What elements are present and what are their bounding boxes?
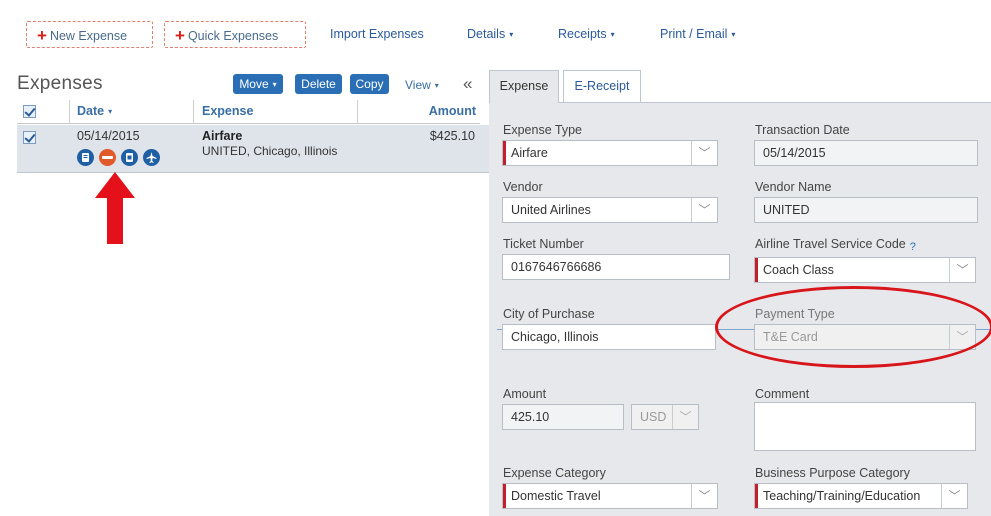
comment-textarea[interactable] [754, 402, 976, 451]
expense-type-select[interactable]: Airfare ﹀ [502, 140, 718, 166]
row-date: 05/14/2015 [77, 129, 140, 143]
tab-expense[interactable]: Expense [489, 70, 559, 103]
chevron-down-icon: ﹀ [672, 405, 698, 429]
date-column-label: Date [77, 104, 105, 118]
ticket-number-label: Ticket Number [503, 237, 584, 251]
receipts-menu[interactable]: Receipts ▾ [558, 27, 615, 41]
table-row[interactable]: 05/14/2015 Airfare UNITED, Chicago, Illi… [17, 125, 489, 173]
chevron-down-icon: ﹀ [949, 258, 975, 282]
new-expense-button[interactable]: + New Expense [26, 21, 153, 48]
receipts-label: Receipts [558, 27, 607, 41]
plus-icon: + [37, 26, 47, 45]
delete-button[interactable]: Delete [295, 74, 342, 94]
airfare-icon[interactable] [143, 149, 160, 166]
details-menu[interactable]: Details ▾ [467, 27, 513, 41]
date-column-header[interactable]: Date ▾ [77, 104, 112, 118]
city-of-purchase-input[interactable]: Chicago, Illinois [502, 324, 716, 350]
expense-column-header[interactable]: Expense [202, 104, 253, 118]
move-label: Move [239, 77, 269, 91]
vendor-label: Vendor [503, 180, 543, 194]
ticket-number-input[interactable]: 0167646766686 [502, 254, 730, 280]
expense-type-label: Expense Type [503, 123, 582, 137]
business-purpose-select[interactable]: Teaching/Training/Education ﹀ [754, 483, 968, 509]
caret-down-icon: ▾ [509, 30, 514, 39]
copy-button[interactable]: Copy [350, 74, 389, 94]
airline-service-select[interactable]: Coach Class ﹀ [754, 257, 976, 283]
airline-service-value: Coach Class [763, 263, 834, 277]
vendor-name-label: Vendor Name [755, 180, 832, 194]
list-header: Date ▾ Expense Amount [17, 100, 480, 124]
chevron-down-icon: ﹀ [691, 484, 717, 508]
toolbar: + New Expense + Quick Expenses Import Expe… [0, 0, 991, 60]
receipt-icon[interactable] [77, 149, 94, 166]
annotation-arrow-icon [95, 172, 135, 244]
row-checkbox[interactable] [23, 131, 36, 144]
caret-down-icon: ▾ [731, 30, 736, 39]
view-label: View [405, 78, 431, 92]
amount-column-header[interactable]: Amount [429, 104, 476, 118]
airline-service-label: Airline Travel Service Code? [755, 237, 916, 253]
exception-icon[interactable] [99, 149, 116, 166]
select-all-checkbox[interactable] [23, 105, 36, 118]
expense-category-label: Expense Category [503, 466, 606, 480]
column-divider [357, 100, 358, 124]
chevron-down-icon: ﹀ [691, 141, 717, 165]
business-purpose-value: Teaching/Training/Education [763, 489, 921, 503]
caret-down-icon: ▾ [610, 30, 615, 39]
chevron-down-icon: ﹀ [691, 198, 717, 222]
print-email-menu[interactable]: Print / Email ▾ [660, 27, 735, 41]
annotation-ellipse [715, 286, 991, 368]
amount-field[interactable]: 425.10 [502, 404, 624, 430]
quick-expenses-button[interactable]: + Quick Expenses [164, 21, 306, 48]
expense-category-value: Domestic Travel [511, 489, 601, 503]
view-menu[interactable]: View ▾ [405, 78, 439, 92]
city-of-purchase-label: City of Purchase [503, 307, 595, 321]
expense-category-select[interactable]: Domestic Travel ﹀ [502, 483, 718, 509]
column-divider [69, 100, 70, 124]
caret-down-icon: ▾ [434, 81, 439, 90]
transaction-date-label: Transaction Date [755, 123, 850, 137]
chevron-down-icon: ﹀ [941, 484, 967, 508]
collapse-panel-icon[interactable]: « [463, 74, 472, 94]
caret-down-icon: ▾ [272, 80, 277, 89]
business-purpose-label: Business Purpose Category [755, 466, 910, 480]
help-icon[interactable]: ? [910, 241, 916, 253]
new-expense-label: New Expense [49, 29, 128, 43]
row-expense-subtitle: UNITED, Chicago, Illinois [202, 144, 338, 158]
move-button[interactable]: Move ▾ [233, 74, 283, 94]
currency-select[interactable]: USD ﹀ [631, 404, 699, 430]
airline-service-label-text: Airline Travel Service Code [755, 237, 906, 251]
amount-label: Amount [503, 387, 547, 401]
currency-value: USD [640, 410, 667, 424]
vendor-name-field[interactable]: UNITED [754, 197, 978, 223]
column-divider [193, 100, 194, 124]
sort-caret-icon: ▾ [108, 107, 113, 116]
plus-icon: + [175, 26, 185, 45]
vendor-select[interactable]: United Airlines ﹀ [502, 197, 718, 223]
transaction-date-field[interactable]: 05/14/2015 [754, 140, 978, 166]
print-email-label: Print / Email [660, 27, 728, 41]
tab-e-receipt[interactable]: E-Receipt [563, 70, 641, 102]
vendor-value: United Airlines [511, 203, 591, 217]
quick-expenses-label: Quick Expenses [187, 29, 279, 43]
expenses-title: Expenses [17, 73, 103, 94]
row-amount: $425.10 [429, 129, 475, 143]
expense-type-value: Airfare [511, 146, 548, 160]
row-expense-type: Airfare [202, 129, 243, 143]
comment-label: Comment [755, 387, 810, 401]
details-label: Details [467, 27, 506, 41]
itemized-icon[interactable] [121, 149, 138, 166]
import-expenses-link[interactable]: Import Expenses [330, 27, 424, 41]
